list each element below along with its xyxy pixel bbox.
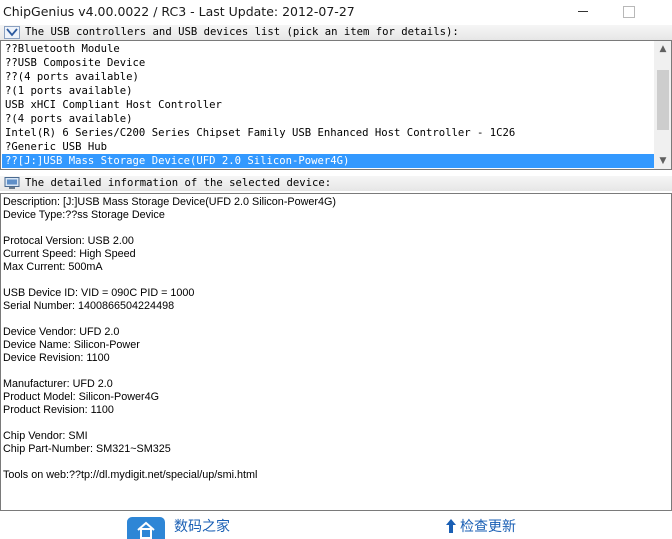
detail-line: Description: [J:]USB Mass Storage Device… bbox=[3, 196, 337, 208]
device-details-panel[interactable]: Description: [J:]USB Mass Storage Device… bbox=[0, 193, 672, 511]
detail-line: Current Speed: High Speed bbox=[3, 248, 136, 260]
device-list-scrollbar[interactable]: ▲ ▼ bbox=[654, 41, 671, 169]
list-item[interactable]: ?Generic USB Hub bbox=[2, 140, 655, 154]
usb-arrow-icon bbox=[4, 26, 20, 39]
detail-line: USB Device ID: VID = 090C PID = 1000 bbox=[3, 287, 195, 299]
minimize-button[interactable] bbox=[560, 0, 606, 24]
detail-line: Product Revision: 1100 bbox=[3, 404, 114, 416]
list-item[interactable]: ??Bluetooth Module bbox=[2, 42, 655, 56]
detail-line: Device Type:??ss Storage Device bbox=[3, 209, 165, 221]
detail-line: Device Revision: 1100 bbox=[3, 352, 110, 364]
list-item[interactable]: ?(1 ports available) bbox=[2, 84, 655, 98]
list-item-selected[interactable]: ??[J:]USB Mass Storage Device(UFD 2.0 Si… bbox=[2, 154, 655, 168]
scroll-down-icon[interactable]: ▼ bbox=[655, 153, 671, 169]
list-item[interactable]: ?(4 ports available) bbox=[2, 112, 655, 126]
usb-list-title: The USB controllers and USB devices list… bbox=[25, 26, 459, 38]
detail-line: Manufacturer: UFD 2.0 bbox=[3, 378, 113, 390]
detail-line: Device Vendor: UFD 2.0 bbox=[3, 326, 120, 338]
list-item[interactable]: ??(4 ports available) bbox=[2, 70, 655, 84]
detail-line: Protocal Version: USB 2.00 bbox=[3, 235, 134, 247]
check-update-link[interactable]: 检查更新 bbox=[460, 516, 516, 536]
list-item[interactable]: ??USB Composite Device bbox=[2, 56, 655, 70]
footer-bar: 数码之家 检查更新 bbox=[0, 512, 672, 539]
window-title: ChipGenius v4.00.0022 / RC3 - Last Updat… bbox=[3, 4, 355, 19]
details-header: The detailed information of the selected… bbox=[0, 176, 672, 191]
detail-line: Chip Part-Number: SM321~SM325 bbox=[3, 443, 171, 455]
details-title: The detailed information of the selected… bbox=[25, 177, 332, 189]
home-link[interactable]: 数码之家 bbox=[174, 516, 230, 536]
list-item[interactable]: Intel(R) 6 Series/C200 Series Chipset Fa… bbox=[2, 126, 655, 140]
detail-line: Device Name: Silicon-Power bbox=[3, 339, 140, 351]
house-icon[interactable] bbox=[127, 517, 165, 539]
up-arrow-icon[interactable] bbox=[444, 518, 458, 534]
detail-line: Serial Number: 1400866504224498 bbox=[3, 300, 175, 312]
title-bar: ChipGenius v4.00.0022 / RC3 - Last Updat… bbox=[0, 0, 672, 24]
detail-line: Chip Vendor: SMI bbox=[3, 430, 88, 442]
scrollbar-thumb[interactable] bbox=[657, 70, 669, 130]
list-item[interactable]: USB xHCI Compliant Host Controller bbox=[2, 98, 655, 112]
detail-line: Max Current: 500mA bbox=[3, 261, 103, 273]
monitor-icon bbox=[4, 177, 20, 189]
maximize-button[interactable] bbox=[606, 0, 652, 24]
usb-device-list[interactable]: ??Bluetooth Module ??USB Composite Devic… bbox=[0, 40, 672, 170]
usb-list-header: The USB controllers and USB devices list… bbox=[0, 25, 672, 40]
scroll-up-icon[interactable]: ▲ bbox=[655, 41, 671, 57]
detail-line-weblink[interactable]: Tools on web:??tp://dl.mydigit.net/speci… bbox=[3, 469, 257, 482]
detail-line: Product Model: Silicon-Power4G bbox=[3, 391, 160, 403]
